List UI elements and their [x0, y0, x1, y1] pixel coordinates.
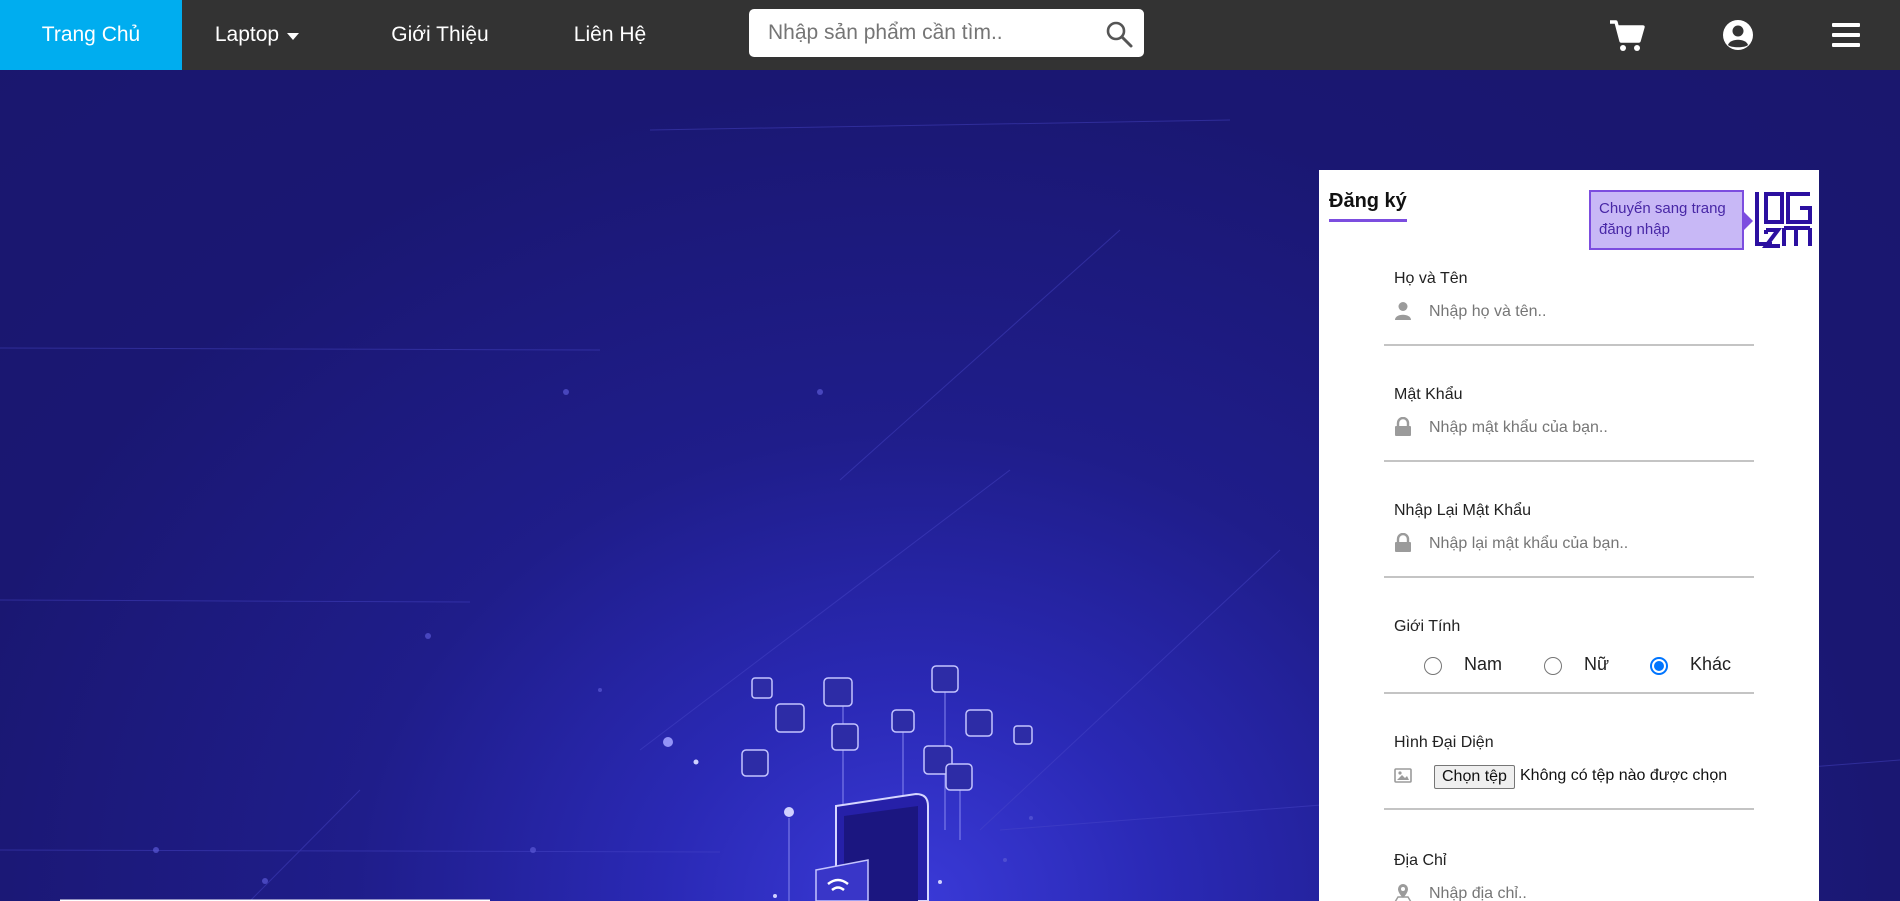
nav-laptop-label: Laptop	[214, 23, 280, 46]
choose-file-button[interactable]: Chọn tệp	[1434, 765, 1515, 789]
nav-about-label: Giới Thiệu	[391, 23, 489, 46]
cart-icon[interactable]	[1608, 16, 1646, 54]
avatar-label: Hình Đại Diện	[1394, 734, 1494, 751]
nav-contact-link[interactable]: Liên Hệ	[540, 0, 680, 70]
fullname-input[interactable]	[1429, 296, 1749, 328]
gender-option-nu-label: Nữ	[1584, 654, 1610, 674]
gender-radio-nam[interactable]	[1424, 657, 1442, 675]
map-marker-icon	[1394, 883, 1412, 901]
avatar-field: Hình Đại Diện Chọn tệp Không có tệp nào …	[1384, 734, 1754, 810]
user-icon	[1394, 301, 1412, 321]
gender-option-nam-label: Nam	[1464, 654, 1503, 674]
search-input[interactable]	[749, 9, 1089, 57]
register-panel: Đăng ký Chuyển sang trang đăng nhập Họ v…	[1319, 170, 1819, 901]
address-field: Địa Chỉ	[1384, 852, 1754, 901]
caret-down-icon	[287, 33, 300, 40]
confirm-password-field: Nhập Lại Mật Khẩu	[1384, 502, 1754, 578]
hamburger-menu-icon[interactable]	[1827, 16, 1865, 54]
site-logo[interactable]	[1754, 190, 1814, 248]
search-icon[interactable]	[1104, 19, 1134, 49]
address-label: Địa Chỉ	[1394, 852, 1447, 869]
image-icon	[1394, 765, 1412, 785]
confirm-password-label: Nhập Lại Mật Khẩu	[1394, 502, 1531, 519]
password-label: Mật Khẩu	[1394, 386, 1463, 403]
lock-icon	[1394, 532, 1412, 553]
nav-contact-label: Liên Hệ	[573, 23, 647, 46]
user-circle-icon[interactable]	[1719, 16, 1757, 54]
address-input[interactable]	[1429, 878, 1749, 901]
register-title: Đăng ký	[1329, 190, 1407, 222]
file-status-text: Không có tệp nào được chọn	[1520, 767, 1728, 784]
nav-home-link[interactable]: Trang Chủ	[0, 0, 182, 70]
gender-field: Giới Tính Nam Nữ Khác	[1384, 618, 1754, 694]
nav-laptop-dropdown[interactable]: Laptop	[182, 0, 332, 70]
confirm-password-input[interactable]	[1429, 528, 1749, 560]
password-field: Mật Khẩu	[1384, 386, 1754, 462]
fullname-label: Họ và Tên	[1394, 270, 1468, 287]
nav-about-link[interactable]: Giới Thiệu	[360, 0, 520, 70]
gender-radio-nu[interactable]	[1544, 657, 1562, 675]
gender-radio-khac[interactable]	[1650, 657, 1668, 675]
password-input[interactable]	[1429, 412, 1749, 444]
switch-to-login-tooltip[interactable]: Chuyển sang trang đăng nhập	[1589, 190, 1753, 250]
fullname-field: Họ và Tên	[1384, 270, 1754, 346]
lock-icon	[1394, 416, 1412, 437]
gender-option-khac-label: Khác	[1690, 654, 1732, 674]
top-navbar: Trang Chủ Laptop Giới Thiệu Liên Hệ	[0, 0, 1900, 70]
search-box	[749, 9, 1144, 57]
gender-radio-group: Nam Nữ Khác	[1424, 654, 1754, 678]
nav-home-label: Trang Chủ	[41, 23, 141, 46]
gender-label: Giới Tính	[1394, 618, 1461, 635]
